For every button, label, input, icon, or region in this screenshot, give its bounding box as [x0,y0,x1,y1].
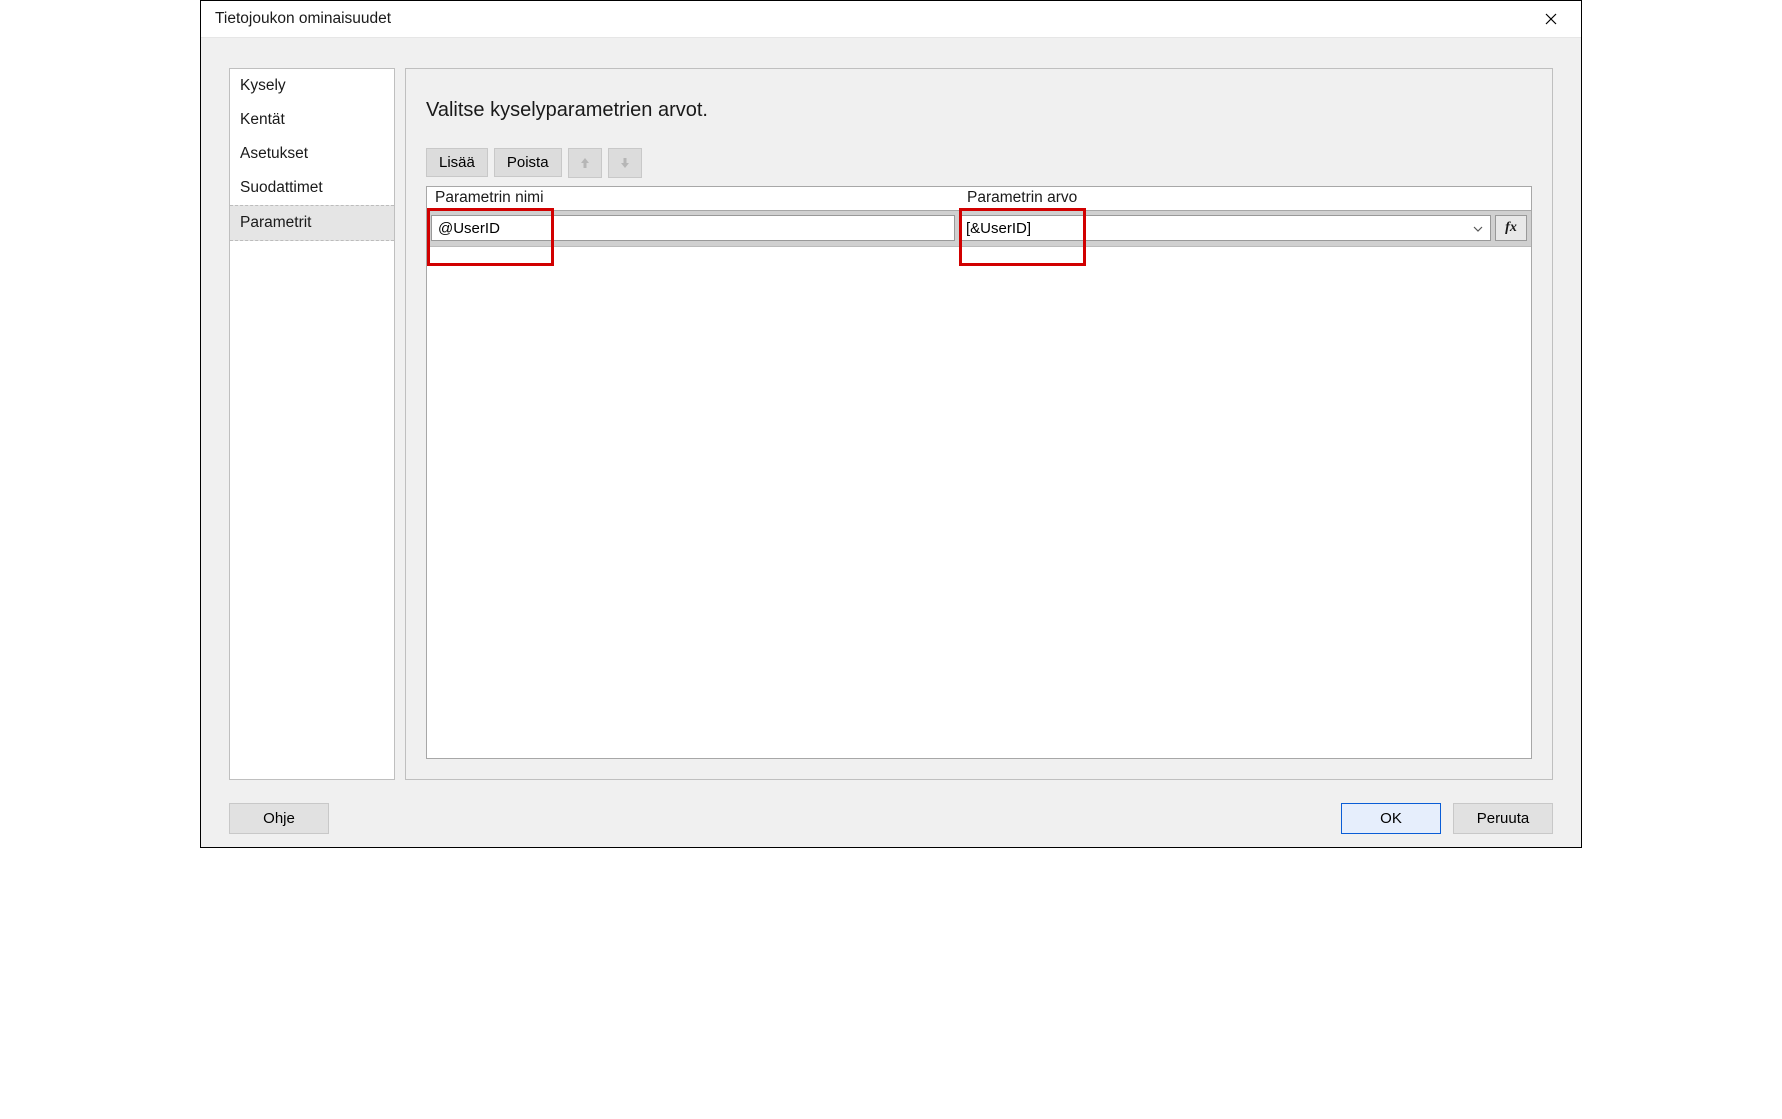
sidebar-item-filters[interactable]: Suodattimet [230,171,394,205]
titlebar: Tietojoukon ominaisuudet [201,1,1581,38]
footer-right: OK Peruuta [1341,803,1553,834]
move-down-button[interactable] [608,148,642,178]
column-header-value: Parametrin arvo [959,189,1491,207]
ok-button[interactable]: OK [1341,803,1441,834]
fx-icon: fx [1505,220,1517,236]
add-button[interactable]: Lisää [426,148,488,177]
arrow-up-icon [578,156,592,170]
delete-button[interactable]: Poista [494,148,562,177]
parameter-name-input[interactable] [431,215,955,241]
sidebar-item-query[interactable]: Kysely [230,69,394,103]
sidebar-item-label: Suodattimet [240,179,323,196]
sidebar-item-fields[interactable]: Kentät [230,103,394,137]
expression-button[interactable]: fx [1495,215,1527,241]
toolbar: Lisää Poista [406,148,1552,186]
dialog-body: Kysely Kentät Asetukset Suodattimet Para… [201,38,1581,790]
sidebar: Kysely Kentät Asetukset Suodattimet Para… [229,68,395,780]
arrow-down-icon [618,156,632,170]
spacer [406,759,1552,779]
grid-body-empty [427,247,1531,758]
parameter-value-wrap [959,215,1491,241]
sidebar-item-options[interactable]: Asetukset [230,137,394,171]
parameter-grid: Parametrin nimi Parametrin arvo [426,186,1532,759]
sidebar-item-label: Kentät [240,111,285,128]
close-button[interactable] [1535,3,1567,35]
move-up-button[interactable] [568,148,602,178]
column-header-name: Parametrin nimi [427,189,959,207]
close-icon [1545,13,1557,25]
grid-data-row: fx [427,211,1531,247]
parameter-value-select[interactable] [959,215,1491,241]
sidebar-item-parameters[interactable]: Parametrit [230,205,394,241]
grid-header-row: Parametrin nimi Parametrin arvo [427,187,1531,211]
sidebar-item-label: Parametrit [240,214,312,231]
parameter-area: Parametrin nimi Parametrin arvo [426,186,1532,759]
dialog-footer: Ohje OK Peruuta [201,790,1581,847]
cancel-button[interactable]: Peruuta [1453,803,1553,834]
sidebar-item-label: Kysely [240,77,286,94]
dialog-title: Tietojoukon ominaisuudet [215,10,391,28]
sidebar-item-label: Asetukset [240,145,308,162]
content-panel: Valitse kyselyparametrien arvot. Lisää P… [405,68,1553,780]
content-heading: Valitse kyselyparametrien arvot. [406,69,1552,148]
help-button[interactable]: Ohje [229,803,329,834]
dataset-properties-dialog: Tietojoukon ominaisuudet Kysely Kentät A… [200,0,1582,848]
